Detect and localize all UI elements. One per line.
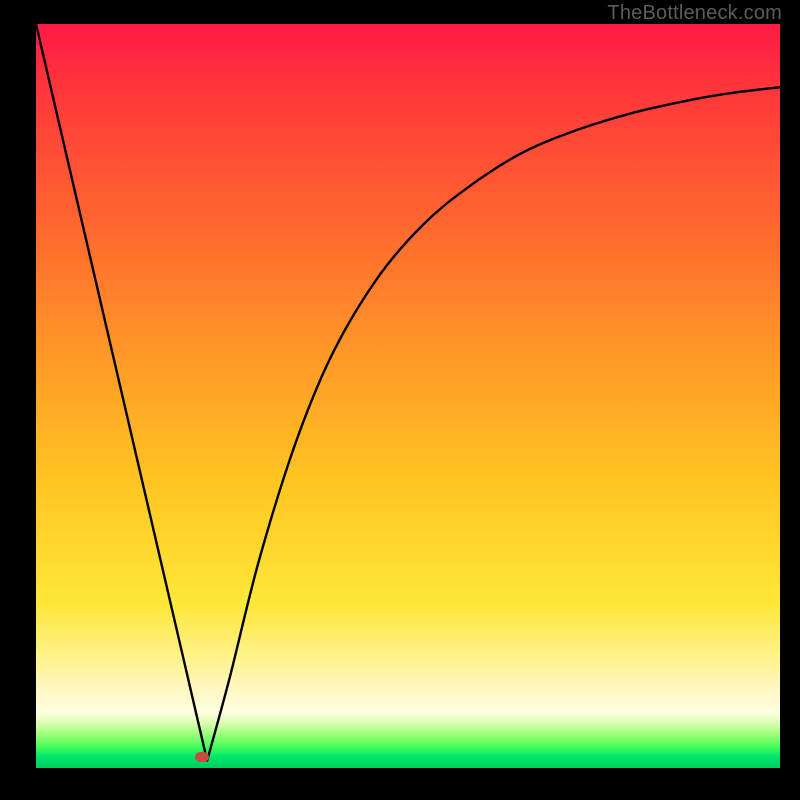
optimal-point-marker	[195, 752, 209, 762]
bottleneck-curve	[36, 24, 780, 768]
watermark-text: TheBottleneck.com	[607, 2, 782, 25]
chart-frame: TheBottleneck.com	[0, 0, 800, 800]
plot-area	[36, 24, 780, 768]
